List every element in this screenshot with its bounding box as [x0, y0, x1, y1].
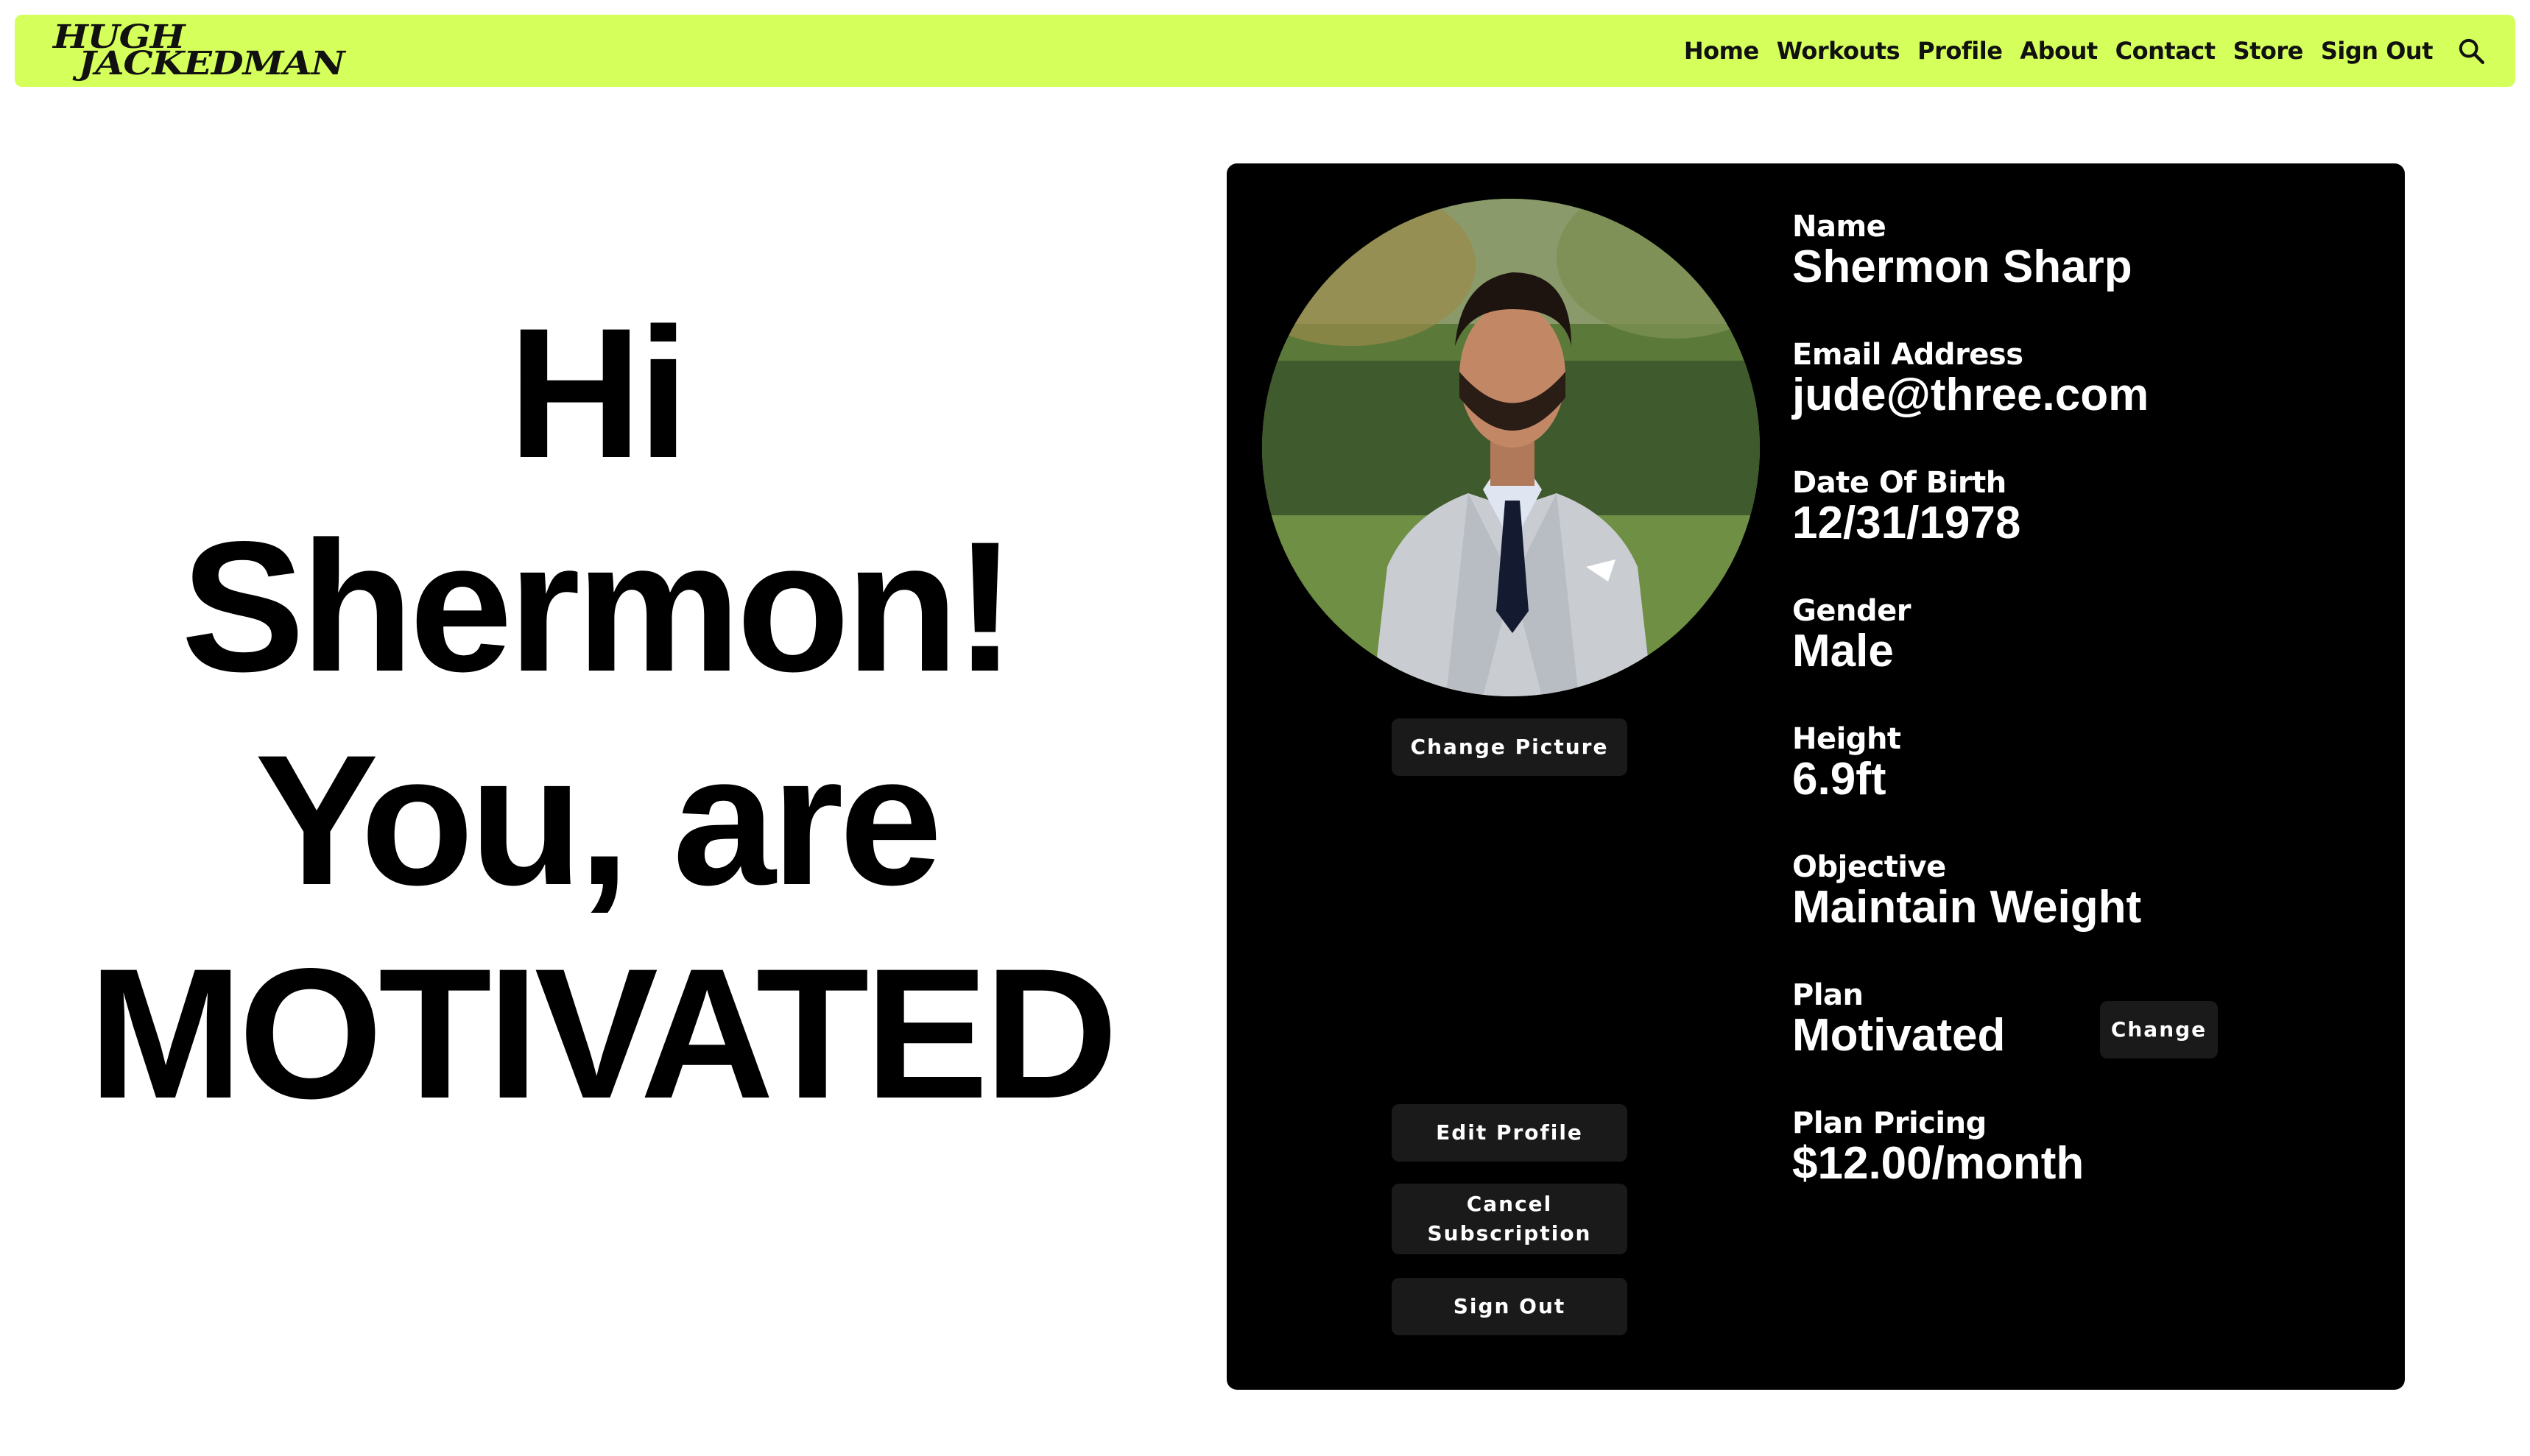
field-email: Email Address jude@three.com — [1792, 337, 2149, 418]
field-email-value: jude@three.com — [1792, 370, 2149, 420]
change-plan-button[interactable]: Change — [2100, 1001, 2218, 1059]
greeting-line-3: You, are — [255, 717, 942, 924]
nav-link-workouts[interactable]: Workouts — [1777, 37, 1900, 65]
field-pricing-value: $12.00/month — [1792, 1138, 2085, 1189]
field-height-value: 6.9ft — [1792, 754, 1886, 805]
field-gender: Gender Male — [1792, 593, 1911, 674]
nav-link-sign-out[interactable]: Sign Out — [2321, 37, 2434, 65]
profile-page: HUGH JACKEDMAN Home Workouts Profile Abo… — [0, 0, 2530, 1456]
field-objective-label: Objective — [1792, 850, 1946, 884]
avatar — [1262, 199, 1760, 696]
brand-logo[interactable]: HUGH JACKEDMAN — [53, 21, 345, 79]
field-name-label: Name — [1792, 210, 1886, 244]
logo-line-2: JACKEDMAN — [78, 45, 345, 82]
field-email-label: Email Address — [1792, 338, 2023, 372]
cancel-subscription-button[interactable]: Cancel Subscription — [1392, 1184, 1627, 1254]
greeting-line-2: Shermon! — [180, 503, 1016, 710]
field-plan-label: Plan — [1792, 978, 1864, 1012]
field-height: Height 6.9ft — [1792, 721, 1901, 802]
change-picture-button[interactable]: Change Picture — [1392, 718, 1627, 776]
greeting-heading: Hi Shermon! You, are MOTIVATED — [88, 287, 1118, 1141]
search-icon[interactable] — [2456, 36, 2486, 66]
greeting-line-4: MOTIVATED — [88, 930, 1118, 1137]
field-name: Name Shermon Sharp — [1792, 209, 2132, 290]
field-objective: Objective Maintain Weight — [1792, 849, 2141, 930]
nav-link-contact[interactable]: Contact — [2115, 37, 2216, 65]
profile-card: Change Picture Name Shermon Sharp Email … — [1227, 163, 2405, 1390]
nav-links: Home Workouts Profile About Contact Stor… — [1684, 36, 2486, 66]
field-pricing: Plan Pricing $12.00/month — [1792, 1106, 2084, 1187]
top-navbar: HUGH JACKEDMAN Home Workouts Profile Abo… — [15, 15, 2515, 87]
nav-link-profile[interactable]: Profile — [1917, 37, 2003, 65]
greeting-line-1: Hi — [508, 290, 689, 497]
sign-out-button[interactable]: Sign Out — [1392, 1278, 1627, 1335]
field-dob-value: 12/31/1978 — [1792, 498, 2021, 548]
field-dob: Date Of Birth 12/31/1978 — [1792, 465, 2020, 546]
edit-profile-button[interactable]: Edit Profile — [1392, 1104, 1627, 1162]
field-height-label: Height — [1792, 722, 1901, 756]
nav-link-store[interactable]: Store — [2233, 37, 2304, 65]
field-pricing-label: Plan Pricing — [1792, 1106, 1987, 1140]
field-name-value: Shermon Sharp — [1792, 241, 2132, 292]
field-dob-label: Date Of Birth — [1792, 466, 2006, 500]
nav-link-about[interactable]: About — [2020, 37, 2098, 65]
field-gender-label: Gender — [1792, 594, 1911, 628]
nav-link-home[interactable]: Home — [1684, 37, 1759, 65]
field-plan-value: Motivated — [1792, 1010, 2006, 1061]
field-objective-value: Maintain Weight — [1792, 882, 2142, 933]
field-gender-value: Male — [1792, 626, 1894, 676]
field-plan: Plan Motivated — [1792, 978, 2005, 1059]
